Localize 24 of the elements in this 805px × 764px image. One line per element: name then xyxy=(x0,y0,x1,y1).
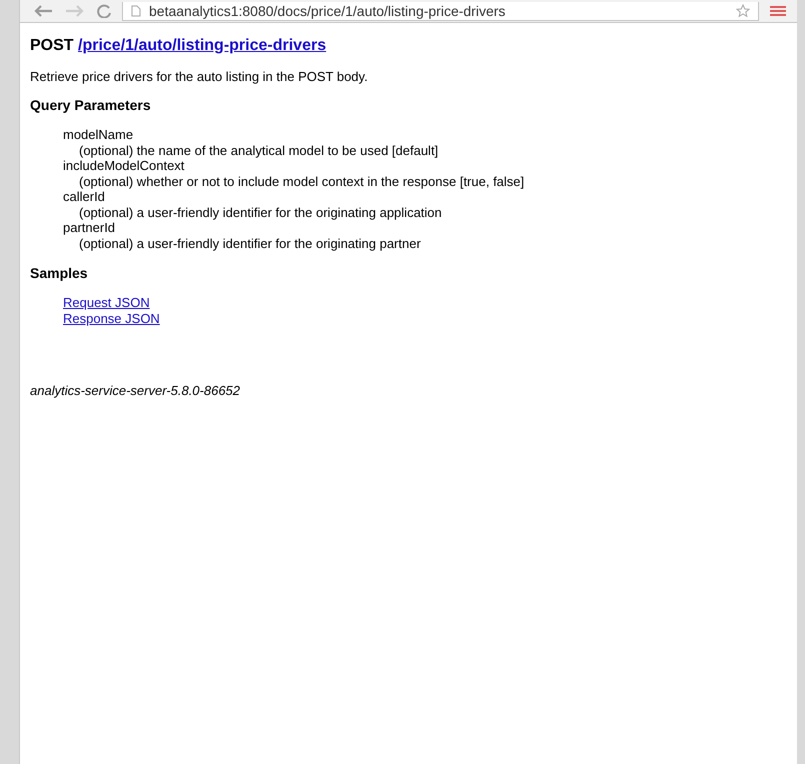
parameter-description: (optional) a user-friendly identifier for the originating application xyxy=(78,204,443,220)
star-icon[interactable] xyxy=(736,4,750,18)
parameter-description: (optional) whether or not to include model context in the response [true, false] xyxy=(78,174,526,189)
parameter-name: callerId xyxy=(63,189,106,204)
reload-icon[interactable] xyxy=(96,4,112,18)
parameter-name: includeModelContext xyxy=(63,158,186,174)
forward-icon[interactable] xyxy=(64,4,86,18)
sample-link[interactable]: Request JSON xyxy=(63,295,150,311)
description-text: Retrieve price drivers for the auto listing in the POST body. xyxy=(30,69,369,84)
sample-link[interactable]: Response JSON xyxy=(63,311,160,327)
method-label: POST xyxy=(30,37,74,54)
section-heading: Samples xyxy=(30,265,89,281)
parameter-name: partnerId xyxy=(63,220,116,236)
page-icon xyxy=(131,4,141,16)
parameter-description: (optional) the name of the analytical model to be used [default] xyxy=(78,142,440,158)
address-bar[interactable]: betaanalytics1:8080/docs/price/1/auto/listing-price-drivers xyxy=(122,2,759,20)
section-heading: Query Parameters xyxy=(30,97,152,113)
parameter-name: modelName xyxy=(63,127,134,142)
version-text: analytics-service-server-5.8.0-86652 xyxy=(30,383,242,398)
menu-icon[interactable] xyxy=(769,4,787,18)
back-icon[interactable] xyxy=(32,4,54,18)
endpoint-link[interactable]: /price/1/auto/listing-price-drivers xyxy=(78,37,326,54)
url-text: betaanalytics1:8080/docs/price/1/auto/listing-price-drivers xyxy=(149,2,506,18)
parameter-description: (optional) a user-friendly identifier for the originating partner xyxy=(78,236,422,251)
